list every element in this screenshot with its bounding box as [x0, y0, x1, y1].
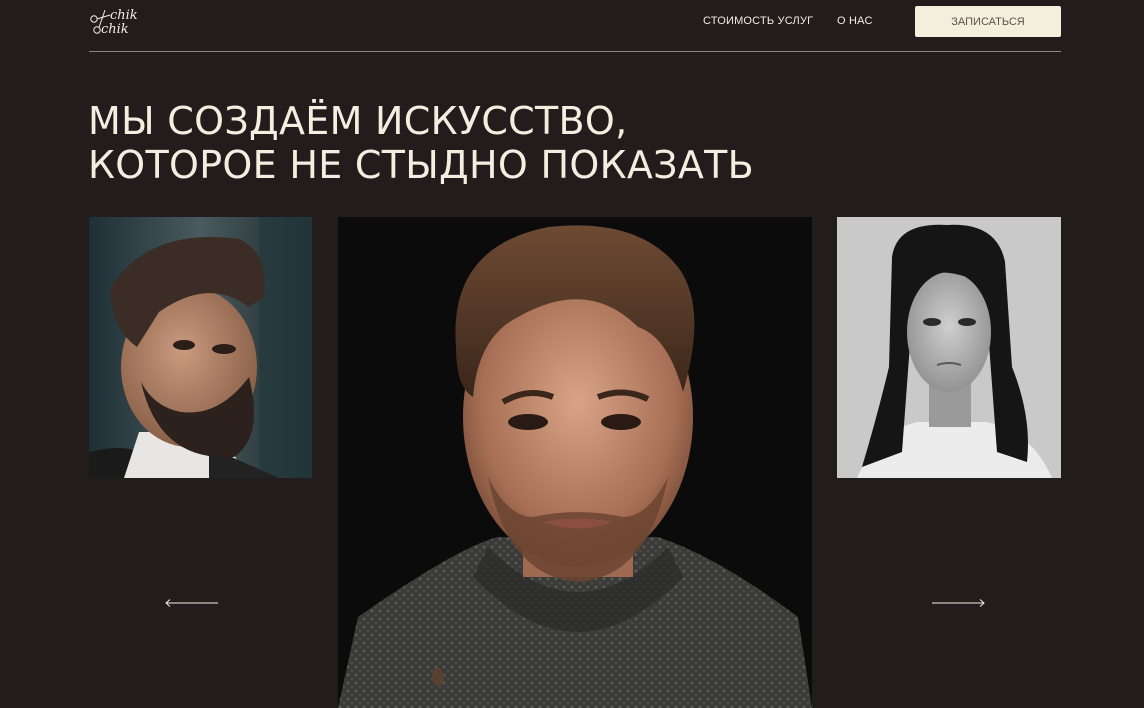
arrow-left-icon — [165, 599, 218, 607]
gallery-next-button[interactable] — [931, 596, 985, 610]
site-header: chik chik Стоимость услуг О нас Записать… — [89, 0, 1061, 52]
logo-line-1: chik — [110, 8, 138, 23]
gallery-prev-button[interactable] — [165, 596, 219, 610]
book-button[interactable]: Записаться — [915, 6, 1061, 37]
gallery-photo-center[interactable] — [338, 217, 812, 708]
gallery-photo-right[interactable] — [837, 217, 1061, 478]
arrow-right-icon — [932, 599, 985, 607]
logo[interactable]: chik chik — [89, 6, 149, 40]
nav-link-about[interactable]: О нас — [837, 15, 873, 27]
hero-title-line-1: Мы создаём искусство, — [88, 99, 628, 143]
nav-link-prices[interactable]: Стоимость услуг — [703, 15, 813, 27]
logo-line-2: chik — [101, 22, 129, 37]
hero-title-line-2: которое не стыдно показать — [88, 143, 755, 187]
hero-title: Мы создаём искусство, которое не стыдно … — [88, 99, 754, 187]
gallery-photo-left[interactable] — [89, 217, 312, 478]
